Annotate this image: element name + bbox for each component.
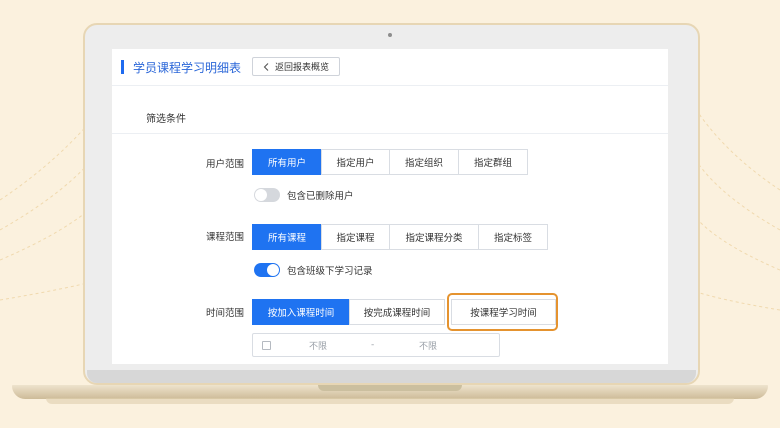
option-specified-group[interactable]: 指定群组 <box>458 149 528 175</box>
study-time-highlight-frame <box>447 293 558 331</box>
user-scope-label: 用户范围 <box>205 159 244 170</box>
camera-icon <box>388 33 392 37</box>
laptop-bezel <box>87 370 696 383</box>
course-scope-segmented: 所有课程 指定课程 指定课程分类 指定标签 <box>252 224 548 250</box>
user-scope-segmented: 所有用户 指定用户 指定组织 指定群组 <box>252 149 528 175</box>
option-course-category[interactable]: 指定课程分类 <box>389 224 479 250</box>
option-specified-tag[interactable]: 指定标签 <box>478 224 548 250</box>
date-start: 不限 <box>309 341 328 352</box>
option-all-courses[interactable]: 所有课程 <box>252 224 322 250</box>
date-range-picker[interactable]: 不限 - 不限 <box>252 333 500 357</box>
chevron-left-icon <box>263 62 269 71</box>
option-by-join-time[interactable]: 按加入课程时间 <box>252 299 350 325</box>
back-to-overview-button[interactable]: 返回报表概览 <box>252 57 340 76</box>
include-deleted-users-row: 包含已删除用户 <box>254 188 354 202</box>
date-end: 不限 <box>419 341 438 352</box>
option-specified-users[interactable]: 指定用户 <box>321 149 390 175</box>
date-separator: - <box>371 340 375 350</box>
section-divider <box>112 133 668 134</box>
include-class-records-toggle[interactable] <box>254 263 280 277</box>
laptop-notch <box>318 385 462 391</box>
calendar-icon <box>262 340 271 350</box>
time-scope-label: 时间范围 <box>205 308 244 319</box>
filter-section-title: 筛选条件 <box>146 114 186 125</box>
option-specified-course[interactable]: 指定课程 <box>321 224 390 250</box>
course-scope-label: 课程范围 <box>205 232 244 243</box>
include-deleted-users-toggle[interactable] <box>254 188 280 202</box>
option-specified-org[interactable]: 指定组织 <box>389 149 459 175</box>
back-button-label: 返回报表概览 <box>274 63 329 73</box>
option-by-completion-time[interactable]: 按完成课程时间 <box>349 299 445 325</box>
page-header: 学员课程学习明细表 返回报表概览 <box>112 49 668 86</box>
title-accent-bar <box>121 60 124 74</box>
laptop-shadow <box>46 398 734 404</box>
app-screen: 学员课程学习明细表 返回报表概览 筛选条件 用户范围 所有用户 指定用户 指定组… <box>112 49 668 364</box>
include-class-records-label: 包含班级下学习记录 <box>287 266 373 277</box>
page-title: 学员课程学习明细表 <box>133 61 242 75</box>
include-deleted-users-label: 包含已删除用户 <box>287 191 354 202</box>
option-all-users[interactable]: 所有用户 <box>252 149 322 175</box>
include-class-records-row: 包含班级下学习记录 <box>254 263 373 277</box>
